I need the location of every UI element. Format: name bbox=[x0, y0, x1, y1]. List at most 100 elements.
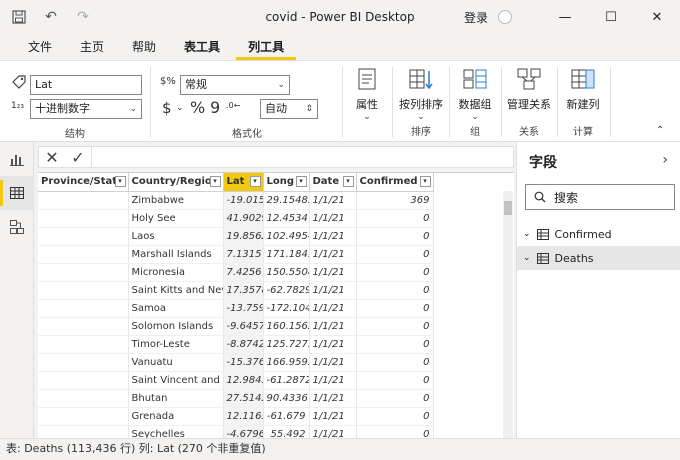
table-cell[interactable]: -15.3767 bbox=[223, 353, 264, 372]
table-cell[interactable] bbox=[38, 281, 129, 300]
field-table-deaths[interactable]: ⌄ Deaths bbox=[517, 246, 680, 270]
chevron-down-icon[interactable]: ⌄ bbox=[176, 103, 184, 113]
table-cell[interactable]: 1/1/21 bbox=[309, 317, 357, 336]
table-cell[interactable]: 27.5142 bbox=[223, 389, 264, 408]
table-cell[interactable]: 0 bbox=[356, 389, 434, 408]
table-cell[interactable]: Saint Vincent and the bbox=[128, 371, 224, 390]
table-cell[interactable]: 1/1/21 bbox=[309, 353, 357, 372]
table-cell[interactable]: 0 bbox=[356, 425, 434, 438]
sort-by-column-button[interactable]: 按列排序 ⌄ bbox=[394, 65, 448, 122]
column-name-input[interactable]: Lat bbox=[30, 75, 142, 95]
table-cell[interactable]: 0 bbox=[356, 281, 434, 300]
table-cell[interactable]: 0 bbox=[356, 335, 434, 354]
table-cell[interactable] bbox=[38, 407, 129, 426]
table-cell[interactable]: 0 bbox=[356, 227, 434, 246]
filter-dropdown-icon[interactable]: ▾ bbox=[419, 176, 431, 187]
table-cell[interactable]: -8.87421 bbox=[223, 335, 264, 354]
table-cell[interactable]: 1/1/21 bbox=[309, 371, 357, 390]
table-cell[interactable]: 7.4256 bbox=[223, 263, 264, 282]
undo-icon[interactable]: ↶ bbox=[42, 8, 60, 26]
table-cell[interactable]: -9.6457 bbox=[223, 317, 264, 336]
table-cell[interactable]: Samoa bbox=[128, 299, 224, 318]
table-cell[interactable]: 171.1845 bbox=[263, 245, 310, 264]
table-cell[interactable]: Grenada bbox=[128, 407, 224, 426]
comma-button[interactable]: 9 bbox=[210, 98, 220, 117]
table-cell[interactable]: 125.72751 bbox=[263, 335, 310, 354]
column-header[interactable]: Date ▾ bbox=[309, 173, 357, 192]
model-view-button[interactable] bbox=[0, 210, 34, 244]
table-cell[interactable]: 1/1/21 bbox=[309, 299, 357, 318]
table-cell[interactable] bbox=[38, 299, 129, 318]
table-cell[interactable] bbox=[38, 245, 129, 264]
table-cell[interactable]: Seychelles bbox=[128, 425, 224, 438]
table-cell[interactable]: 1/1/21 bbox=[309, 209, 357, 228]
table-cell[interactable]: 12.4534 bbox=[263, 209, 310, 228]
table-cell[interactable] bbox=[38, 389, 129, 408]
filter-dropdown-icon[interactable]: ▾ bbox=[295, 176, 307, 187]
table-cell[interactable] bbox=[38, 263, 129, 282]
table-cell[interactable]: 369 bbox=[356, 191, 434, 210]
column-header[interactable]: Lat ▾ bbox=[223, 173, 264, 192]
table-cell[interactable]: 1/1/21 bbox=[309, 407, 357, 426]
table-cell[interactable]: Marshall Islands bbox=[128, 245, 224, 264]
table-cell[interactable]: 0 bbox=[356, 209, 434, 228]
data-groups-button[interactable]: 数据组 ⌄ bbox=[450, 65, 500, 122]
table-cell[interactable]: -61.679 bbox=[263, 407, 310, 426]
table-cell[interactable]: Vanuatu bbox=[128, 353, 224, 372]
table-cell[interactable]: Laos bbox=[128, 227, 224, 246]
chevron-up-icon[interactable]: ⌃ bbox=[656, 125, 664, 136]
table-cell[interactable]: 1/1/21 bbox=[309, 425, 357, 438]
column-header[interactable]: Confirmed ▾ bbox=[356, 173, 434, 192]
table-cell[interactable]: Bhutan bbox=[128, 389, 224, 408]
table-cell[interactable]: 0 bbox=[356, 245, 434, 264]
table-cell[interactable] bbox=[38, 227, 129, 246]
save-icon[interactable] bbox=[10, 8, 28, 26]
table-cell[interactable]: Micronesia bbox=[128, 263, 224, 282]
table-cell[interactable]: -62.78299 bbox=[263, 281, 310, 300]
field-table-confirmed[interactable]: ⌄ Confirmed bbox=[517, 222, 680, 246]
table-cell[interactable]: Timor-Leste bbox=[128, 335, 224, 354]
scrollbar-thumb[interactable] bbox=[504, 201, 512, 215]
filter-dropdown-icon[interactable]: ▾ bbox=[114, 176, 126, 187]
table-cell[interactable]: 1/1/21 bbox=[309, 389, 357, 408]
filter-dropdown-icon[interactable]: ▾ bbox=[342, 176, 354, 187]
decimal-decrease-icon[interactable]: .0← bbox=[226, 101, 240, 110]
table-cell[interactable]: 19.8562 bbox=[223, 227, 264, 246]
table-cell[interactable]: 166.9592 bbox=[263, 353, 310, 372]
format-select[interactable]: 常规 ⌄ bbox=[180, 75, 290, 95]
table-cell[interactable]: -172.1046 bbox=[263, 299, 310, 318]
table-cell[interactable]: -4.6796 bbox=[223, 425, 264, 438]
table-cell[interactable]: 1/1/21 bbox=[309, 335, 357, 354]
tab-file[interactable]: 文件 bbox=[16, 34, 64, 60]
table-cell[interactable]: 0 bbox=[356, 407, 434, 426]
table-cell[interactable] bbox=[38, 317, 129, 336]
table-cell[interactable]: Zimbabwe bbox=[128, 191, 224, 210]
table-cell[interactable]: 12.1165 bbox=[223, 407, 264, 426]
decimals-input[interactable]: 自动 ⇕ bbox=[260, 99, 318, 119]
column-header[interactable]: Province/State ▾ bbox=[38, 173, 129, 192]
table-cell[interactable]: 0 bbox=[356, 299, 434, 318]
properties-button[interactable]: 属性 ⌄ bbox=[342, 65, 392, 122]
tab-help[interactable]: 帮助 bbox=[120, 34, 168, 60]
table-cell[interactable]: -13.759 bbox=[223, 299, 264, 318]
table-cell[interactable] bbox=[38, 191, 129, 210]
table-cell[interactable]: 17.3578 bbox=[223, 281, 264, 300]
cancel-formula-icon[interactable]: ✕ bbox=[39, 147, 65, 167]
minimize-icon[interactable]: — bbox=[542, 0, 588, 34]
filter-dropdown-icon[interactable]: ▾ bbox=[209, 176, 221, 187]
column-header[interactable]: Long ▾ bbox=[263, 173, 310, 192]
table-cell[interactable]: 150.5508 bbox=[263, 263, 310, 282]
fields-search-input[interactable]: 搜索 bbox=[525, 184, 675, 210]
datatype-select[interactable]: 十进制数字 ⌄ bbox=[30, 99, 142, 119]
table-cell[interactable] bbox=[38, 371, 129, 390]
table-cell[interactable] bbox=[38, 425, 129, 438]
manage-relationships-button[interactable]: 管理关系 bbox=[502, 65, 556, 112]
chevron-right-icon[interactable]: › bbox=[662, 152, 668, 168]
table-cell[interactable]: -19.0154 bbox=[223, 191, 264, 210]
commit-formula-icon[interactable]: ✓ bbox=[65, 147, 91, 167]
table-cell[interactable] bbox=[38, 335, 129, 354]
table-cell[interactable]: 29.15485 bbox=[263, 191, 310, 210]
table-cell[interactable] bbox=[38, 209, 129, 228]
percent-button[interactable]: % bbox=[190, 98, 205, 117]
new-column-button[interactable]: 新建列 bbox=[558, 65, 608, 112]
